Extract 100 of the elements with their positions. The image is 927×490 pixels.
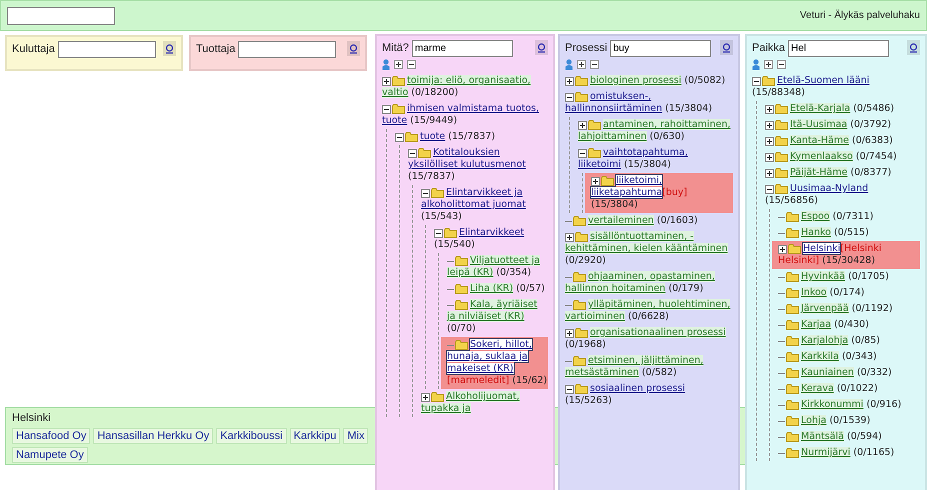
expand-icon[interactable] bbox=[565, 76, 574, 86]
expand-all-icon[interactable] bbox=[577, 60, 586, 69]
search-button[interactable] bbox=[163, 41, 176, 56]
folder-icon bbox=[786, 272, 799, 282]
collapse-all-icon[interactable] bbox=[407, 60, 416, 69]
tree-link[interactable]: Helsinki[Helsinki Helsinki] (15/30428) bbox=[778, 243, 920, 267]
folder-icon bbox=[405, 132, 418, 142]
folder-icon bbox=[392, 76, 405, 86]
tree-link[interactable]: Hanko (0/515) bbox=[778, 227, 920, 239]
collapse-icon[interactable] bbox=[395, 132, 404, 142]
search-button[interactable] bbox=[535, 40, 548, 55]
tree-link[interactable]: organisationaalinen prosessi (0/1968) bbox=[565, 327, 733, 351]
expand-icon[interactable] bbox=[591, 176, 600, 186]
tree-link[interactable]: Kotitalouksien yksilölliset kulutusmenot (15/7837) bbox=[408, 147, 548, 183]
collapse-icon[interactable] bbox=[421, 188, 430, 198]
result-link[interactable]: Mix bbox=[343, 428, 368, 444]
tree-link[interactable]: Nurmijärvi (0/1165) bbox=[778, 447, 920, 459]
field-label: Mitä? bbox=[382, 41, 409, 54]
tree-link[interactable]: omistuksen-, hallinnonsiirtäminen (15/3804) bbox=[565, 91, 733, 115]
search-field[interactable]: marme bbox=[412, 40, 513, 57]
tree-link[interactable]: Kanta-Häme (0/6383) bbox=[765, 135, 920, 147]
collapse-all-icon[interactable] bbox=[777, 60, 786, 69]
folder-icon bbox=[775, 136, 788, 146]
collapse-icon[interactable] bbox=[408, 148, 417, 158]
expand-icon[interactable] bbox=[565, 328, 574, 338]
tree-link[interactable]: Kerava (0/1022) bbox=[778, 383, 920, 395]
expand-icon[interactable] bbox=[421, 392, 430, 402]
folder-icon bbox=[786, 416, 799, 426]
tree-link[interactable]: Kymenlaakso (0/7454) bbox=[765, 151, 920, 163]
folder-icon bbox=[762, 76, 775, 86]
expand-icon[interactable] bbox=[565, 232, 574, 242]
folder-icon bbox=[573, 272, 586, 282]
folder-icon bbox=[455, 300, 468, 310]
collapse-icon[interactable] bbox=[565, 384, 574, 394]
tree-link[interactable]: Liha (KR) (0/57) bbox=[447, 283, 548, 295]
expand-all-icon[interactable] bbox=[394, 60, 403, 69]
tree-link[interactable]: ihmisen valmistama tuotos, tuote (15/9449) bbox=[382, 103, 548, 127]
tree-link[interactable]: Kirkkonummi (0/916) bbox=[778, 399, 920, 411]
expand-icon[interactable] bbox=[765, 152, 774, 162]
tree-link[interactable]: Itä-Uusimaa (0/3792) bbox=[765, 119, 920, 131]
folder-icon bbox=[431, 392, 444, 402]
tree-link[interactable]: Päijät-Häme (0/8377) bbox=[765, 167, 920, 179]
search-field[interactable] bbox=[7, 6, 115, 24]
search-field[interactable]: Hel bbox=[788, 40, 890, 57]
tree-link[interactable]: Elintarvikkeet ja alkoholittomat juomat (15/543) bbox=[421, 187, 548, 223]
tree-link[interactable]: tuote (15/7837) bbox=[395, 131, 548, 143]
filter-field[interactable] bbox=[238, 41, 336, 58]
expand-icon[interactable] bbox=[765, 168, 774, 178]
tree-link[interactable]: Etelä-Suomen lääni (15/88348) bbox=[752, 75, 920, 99]
tree-link[interactable]: Lohja (0/1539) bbox=[778, 415, 920, 427]
result-link[interactable]: Karkkipu bbox=[290, 428, 340, 444]
tree-link[interactable]: ylläpitäminen, huolehtiminen, vartioiminen (0/6628) bbox=[565, 299, 733, 323]
collapse-icon[interactable] bbox=[765, 184, 774, 194]
tree-link[interactable]: Kauniainen (0/332) bbox=[778, 367, 920, 379]
tree-link[interactable]: biologinen prosessi (0/5082) bbox=[565, 75, 733, 87]
tree-link[interactable]: vertaileminen (0/1603) bbox=[565, 215, 733, 227]
tree-link[interactable]: Espoo (0/7311) bbox=[778, 211, 920, 223]
result-link[interactable]: Hansafood Oy bbox=[12, 428, 90, 444]
search-field[interactable]: buy bbox=[610, 40, 712, 57]
collapse-icon[interactable] bbox=[752, 76, 761, 86]
tree-link[interactable]: Karjaa (0/430) bbox=[778, 319, 920, 331]
tree-link[interactable]: Mäntsälä (0/594) bbox=[778, 431, 920, 443]
expand-icon[interactable] bbox=[778, 244, 787, 254]
tree-link[interactable]: Uusimaa-Nyland (15/56856) bbox=[765, 183, 920, 207]
tree-link[interactable]: Järvenpää (0/1192) bbox=[778, 303, 920, 315]
collapse-icon[interactable] bbox=[382, 104, 391, 114]
tree-link[interactable]: sosiaalinen prosessi (15/5263) bbox=[565, 383, 733, 407]
search-button[interactable] bbox=[720, 40, 733, 55]
expand-icon[interactable] bbox=[765, 120, 774, 130]
expand-icon[interactable] bbox=[765, 104, 774, 114]
tree-link[interactable]: antaminen, rahoittaminen, lahjoittaminen (0/630) bbox=[578, 119, 733, 143]
collapse-all-icon[interactable] bbox=[590, 60, 599, 69]
expand-icon[interactable] bbox=[382, 76, 391, 86]
expand-icon[interactable] bbox=[765, 136, 774, 146]
result-link[interactable]: Hansasillan Herkku Oy bbox=[93, 428, 214, 444]
tree-link[interactable]: liiketoimi, liiketapahtuma[buy] (15/3804) bbox=[591, 175, 733, 211]
folder-icon bbox=[786, 228, 799, 238]
folder-icon bbox=[588, 120, 601, 130]
result-link[interactable]: Karkkiboussi bbox=[216, 428, 287, 444]
tree-link[interactable]: Hyvinkää (0/1705) bbox=[778, 271, 920, 283]
collapse-icon[interactable] bbox=[565, 92, 574, 102]
expand-all-icon[interactable] bbox=[764, 60, 773, 69]
tree-link[interactable]: Inkoo (0/174) bbox=[778, 287, 920, 299]
tree-link[interactable]: Elintarvikkeet (15/540) bbox=[434, 227, 548, 251]
folder-icon bbox=[786, 352, 799, 362]
collapse-icon[interactable] bbox=[434, 228, 443, 238]
result-link[interactable]: Namupete Oy bbox=[12, 447, 88, 463]
folder-icon bbox=[573, 300, 586, 310]
collapse-icon[interactable] bbox=[578, 148, 587, 158]
filter-label: Kuluttaja bbox=[12, 42, 55, 55]
filter-label: Tuottaja bbox=[196, 42, 236, 55]
tree-link[interactable]: Etelä-Karjala (0/5486) bbox=[765, 103, 920, 115]
filter-field[interactable] bbox=[58, 41, 156, 58]
search-button[interactable] bbox=[347, 41, 360, 56]
folder-icon bbox=[392, 104, 405, 114]
search-button[interactable] bbox=[907, 40, 920, 55]
tree-link[interactable]: Karkkila (0/343) bbox=[778, 351, 920, 363]
expand-icon[interactable] bbox=[578, 120, 587, 130]
tree-link[interactable]: vaihtotapahtuma, liiketoimi (15/3804) bbox=[578, 147, 733, 171]
tree-link[interactable]: Karjalohja (0/85) bbox=[778, 335, 920, 347]
